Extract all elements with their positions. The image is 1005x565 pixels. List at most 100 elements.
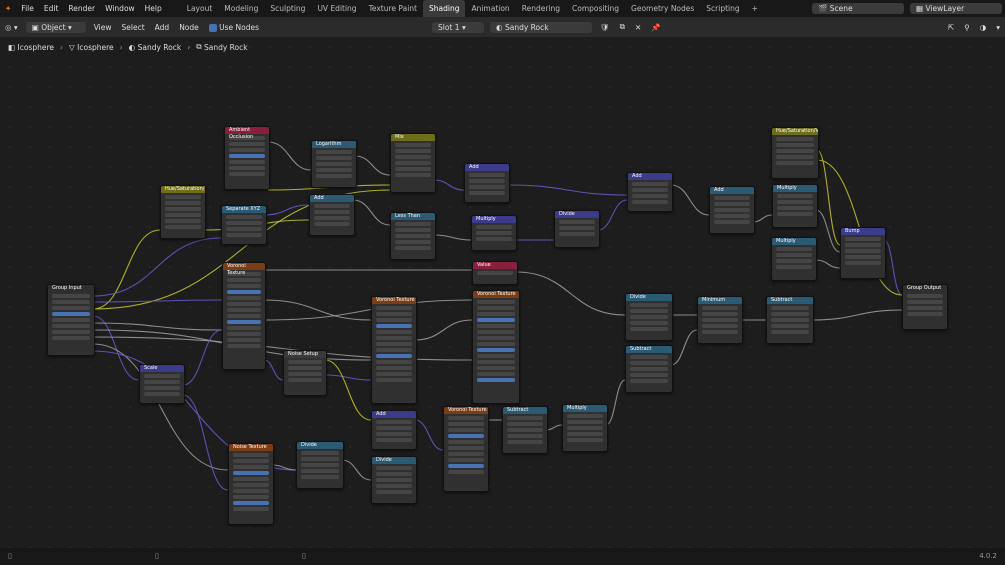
node-field[interactable] [702,330,738,334]
node-field[interactable] [227,344,261,348]
node-field[interactable] [376,372,412,376]
node-field[interactable] [229,172,265,176]
node-field[interactable] [233,507,269,511]
node-field[interactable] [567,420,603,424]
node-field[interactable] [229,154,265,158]
node-title[interactable]: Logarithm [312,141,356,148]
node-field[interactable] [229,148,265,152]
node-hsv2[interactable]: Hue/Saturation/Value [771,127,819,179]
node-title[interactable]: Voronoi Texture [473,291,519,298]
node-field[interactable] [477,378,515,382]
node-field[interactable] [376,432,412,436]
node-field[interactable] [477,366,515,370]
node-field[interactable] [233,501,269,505]
node-field[interactable] [226,215,262,219]
node-field[interactable] [314,210,350,214]
node-title[interactable]: Voronoi Texture [223,263,265,276]
node-field[interactable] [771,306,809,310]
node-log[interactable]: Logarithm [311,140,357,188]
node-title[interactable]: Add [310,195,354,202]
node-field[interactable] [630,309,668,313]
node-field[interactable] [469,173,505,177]
node-field[interactable] [376,342,412,346]
node-field[interactable] [776,155,814,159]
node-field[interactable] [314,222,350,226]
node-ao[interactable]: Ambient Occlusion [224,126,270,190]
node-field[interactable] [52,312,90,316]
node-field[interactable] [477,318,515,322]
node-title[interactable]: Group Output [903,285,947,292]
node-field[interactable] [477,300,515,304]
node-title[interactable]: Divide [626,294,672,301]
node-title[interactable]: Less Than [391,213,435,220]
node-field[interactable] [227,332,261,336]
node-field[interactable] [448,428,484,432]
node-field[interactable] [288,366,322,370]
node-field[interactable] [845,255,881,259]
node-field[interactable] [907,294,943,298]
node-field[interactable] [469,179,505,183]
node-field[interactable] [477,360,515,364]
node-field[interactable] [288,378,322,382]
node-vor1[interactable]: Voronoi Texture [222,262,266,370]
node-field[interactable] [301,475,339,479]
node-field[interactable] [229,142,265,146]
node-mul1[interactable]: Multiply [471,215,517,251]
node-field[interactable] [376,438,412,442]
node-title[interactable]: Separate XYZ [222,206,266,213]
node-field[interactable] [448,416,484,420]
node-vadd1[interactable]: Add [464,163,510,203]
node-field[interactable] [376,336,412,340]
node-field[interactable] [714,214,750,218]
node-field[interactable] [776,137,814,141]
node-field[interactable] [395,161,431,165]
node-mul4[interactable]: Multiply [562,404,608,452]
node-field[interactable] [776,247,812,251]
node-field[interactable] [477,312,515,316]
node-field[interactable] [144,386,180,390]
node-field[interactable] [632,194,668,198]
node-nsetup[interactable]: Noise Setup [283,350,327,396]
node-field[interactable] [507,416,543,420]
node-field[interactable] [776,161,814,165]
node-mix[interactable]: Mix [390,133,436,193]
node-field[interactable] [52,306,90,310]
node-field[interactable] [477,336,515,340]
node-div1[interactable]: Divide [554,210,600,248]
node-field[interactable] [144,392,180,396]
node-div4[interactable]: Divide [371,456,417,504]
node-field[interactable] [227,308,261,312]
node-field[interactable] [777,194,813,198]
node-field[interactable] [776,149,814,153]
node-field[interactable] [301,463,339,467]
node-field[interactable] [714,196,750,200]
node-field[interactable] [476,231,512,235]
node-title[interactable]: Divide [555,211,599,218]
node-field[interactable] [395,222,431,226]
node-field[interactable] [448,470,484,474]
node-field[interactable] [229,160,265,164]
node-field[interactable] [567,438,603,442]
node-sub2[interactable]: Subtract [625,345,673,393]
node-field[interactable] [233,483,269,487]
node-field[interactable] [477,324,515,328]
node-field[interactable] [52,294,90,298]
node-field[interactable] [507,422,543,426]
node-field[interactable] [395,143,431,147]
node-title[interactable]: Subtract [767,297,813,304]
node-field[interactable] [632,188,668,192]
node-field[interactable] [226,227,262,231]
node-field[interactable] [395,149,431,153]
node-field[interactable] [376,426,412,430]
node-title[interactable]: Subtract [626,346,672,353]
node-go[interactable]: Group Output [902,284,948,330]
node-vadd2[interactable]: Add [627,172,673,212]
node-field[interactable] [316,162,352,166]
node-title[interactable]: Subtract [503,407,547,414]
node-field[interactable] [227,278,261,282]
node-field[interactable] [702,312,738,316]
node-field[interactable] [702,318,738,322]
node-field[interactable] [567,432,603,436]
node-title[interactable]: Multiply [472,216,516,223]
node-field[interactable] [448,422,484,426]
